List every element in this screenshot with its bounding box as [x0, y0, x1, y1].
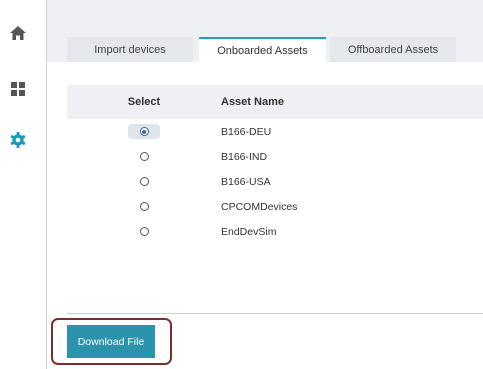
- select-cell: [67, 169, 221, 194]
- table-row[interactable]: EndDevSim: [67, 219, 483, 244]
- asset-name: B166-USA: [221, 175, 271, 188]
- table-row[interactable]: B166-USA: [67, 169, 483, 194]
- dashboard-icon[interactable]: [9, 80, 27, 98]
- select-radio[interactable]: [139, 202, 149, 211]
- select-radio[interactable]: [139, 177, 149, 186]
- download-file-button[interactable]: Download File: [67, 325, 155, 358]
- table-row[interactable]: B166-IND: [67, 144, 483, 169]
- select-cell: [67, 194, 221, 219]
- asset-name: CPCOMDevices: [221, 200, 298, 213]
- select-radio[interactable]: [139, 152, 149, 161]
- column-header-select: Select: [127, 96, 161, 108]
- asset-name: EndDevSim: [221, 225, 277, 238]
- tab-onboarded-assets[interactable]: Onboarded Assets: [199, 37, 326, 62]
- home-icon[interactable]: [9, 24, 27, 42]
- tab-offboarded-assets[interactable]: Offboarded Assets: [330, 37, 456, 62]
- radio-selected-highlight: [128, 124, 160, 139]
- assets-table: Select Asset Name B166-DEU B166-IND B166…: [67, 85, 483, 244]
- tab-import-devices[interactable]: Import devices: [67, 37, 193, 62]
- column-header-asset-name: Asset Name: [221, 96, 284, 108]
- table-divider: [67, 313, 483, 314]
- table-header: Select Asset Name: [67, 85, 483, 119]
- gear-icon[interactable]: [9, 131, 27, 149]
- select-radio[interactable]: [139, 227, 149, 236]
- sidebar: [0, 0, 46, 369]
- asset-name: B166-DEU: [221, 125, 272, 138]
- select-cell: [67, 219, 221, 244]
- select-cell: [67, 144, 221, 169]
- table-row[interactable]: CPCOMDevices: [67, 194, 483, 219]
- select-cell: [67, 119, 221, 144]
- table-row[interactable]: B166-DEU: [67, 119, 483, 144]
- select-radio[interactable]: [139, 127, 149, 136]
- asset-name: B166-IND: [221, 150, 268, 163]
